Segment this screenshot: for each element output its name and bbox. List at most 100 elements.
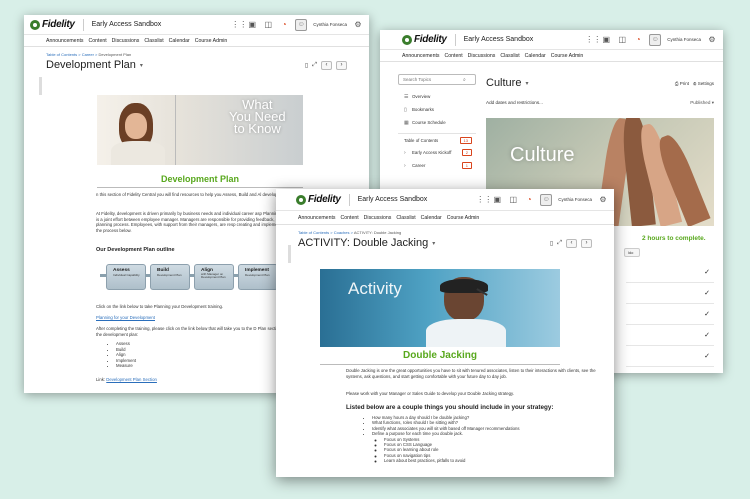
section-heading: Double Jacking (403, 350, 477, 361)
breadcrumb-toc[interactable]: Table of Contents (46, 52, 77, 57)
sidebar-item-bookmarks[interactable]: ▯ Bookmarks (398, 103, 476, 116)
course-title[interactable]: Early Access Sandbox (464, 36, 534, 43)
training-instruction: Click on the link below to take Planning… (96, 304, 224, 309)
bookmark-icon[interactable]: ▯ (305, 62, 308, 69)
sidebar-item-career[interactable]: › Career 1 (398, 159, 476, 172)
nav-item-calendar[interactable]: Calendar (421, 215, 442, 221)
sidebar-item-toc[interactable]: Table of Contents 13 (398, 133, 476, 146)
print-button[interactable]: Print (680, 81, 689, 86)
avatar[interactable]: ☺ (540, 193, 553, 206)
banner-text: Activity (348, 279, 402, 298)
chat-icon[interactable]: ▣ (601, 35, 611, 44)
process-list: Assess Build Align Implement Measure (104, 341, 136, 369)
nav-item-announcements[interactable]: Announcements (298, 215, 336, 221)
table-row[interactable]: ✓ (626, 304, 714, 325)
breadcrumb-coaches[interactable]: Coaches (334, 230, 350, 235)
user-name[interactable]: Cynthia Fonseca (558, 197, 592, 202)
breadcrumb-career[interactable]: Career (82, 52, 94, 57)
prev-button[interactable]: ‹ (566, 238, 577, 248)
top-bar: Fidelity Early Access Sandbox ⋮⋮ ▣ ◫ ◔ ☺… (276, 189, 614, 211)
nav-item-course-admin[interactable]: Course Admin (447, 215, 480, 221)
list-item: Measure (116, 363, 136, 369)
notification-icon[interactable]: ◔ (524, 195, 534, 204)
next-button[interactable]: › (336, 60, 347, 70)
fidelity-logo[interactable]: Fidelity (30, 19, 75, 30)
grid-icon[interactable]: ⋮⋮ (476, 195, 492, 204)
nav-item-course-admin[interactable]: Course Admin (195, 38, 228, 44)
nav-item-discussions[interactable]: Discussions (364, 215, 392, 221)
gear-icon[interactable]: ⚙ (693, 81, 697, 86)
sidebar-item-kickoff[interactable]: › Early Access Kickoff 2 (398, 146, 476, 159)
chevron-down-icon[interactable]: ▾ (140, 62, 143, 69)
nav-item-content[interactable]: Content (445, 53, 463, 59)
course-title[interactable]: Early Access Sandbox (358, 196, 428, 203)
nav-item-discussions[interactable]: Discussions (112, 38, 140, 44)
prev-button[interactable]: ‹ (321, 60, 332, 70)
notification-icon[interactable]: ◔ (279, 20, 289, 29)
fidelity-logo[interactable]: Fidelity (402, 34, 447, 45)
search-input[interactable] (403, 77, 463, 82)
message-icon[interactable]: ◫ (617, 35, 627, 44)
table-row[interactable]: ✓ (626, 283, 714, 304)
fullscreen-icon[interactable]: ⤢ (557, 240, 562, 247)
checklist: ✓ ✓ ✓ ✓ ✓ (626, 262, 714, 367)
user-name[interactable]: Cynthia Fonseca (313, 22, 347, 27)
collapse-handle[interactable] (288, 245, 291, 263)
table-row[interactable]: ✓ (626, 346, 714, 367)
message-icon[interactable]: ◫ (263, 20, 273, 29)
avatar[interactable]: ☺ (295, 18, 308, 31)
nav-item-content[interactable]: Content (341, 215, 359, 221)
collapse-handle[interactable] (39, 77, 42, 95)
grid-icon[interactable]: ⋮⋮ (585, 35, 601, 44)
nav-item-calendar[interactable]: Calendar (525, 53, 546, 59)
search-icon[interactable]: ⌕ (463, 77, 466, 83)
next-button[interactable]: › (581, 238, 592, 248)
chevron-down-icon[interactable]: ▾ (525, 80, 528, 87)
course-title[interactable]: Early Access Sandbox (92, 21, 162, 28)
page-title: Development Plan (46, 59, 136, 71)
grid-icon[interactable]: ⋮⋮ (231, 20, 247, 29)
fidelity-logo[interactable]: Fidelity (296, 194, 341, 205)
nav-item-announcements[interactable]: Announcements (46, 38, 84, 44)
search-input-box[interactable]: ⌕ (398, 74, 476, 85)
nav-item-content[interactable]: Content (89, 38, 107, 44)
sidebar-item-overview[interactable]: ☰ Overview (398, 90, 476, 103)
table-row[interactable]: ✓ (626, 325, 714, 346)
top-bar: Fidelity Early Access Sandbox ⋮⋮ ▣ ◫ ◔ ☺… (380, 30, 723, 50)
table-row[interactable]: ✓ (626, 262, 714, 283)
nav-item-calendar[interactable]: Calendar (169, 38, 190, 44)
action-button[interactable]: ldo (624, 248, 640, 257)
nav-item-course-admin[interactable]: Course Admin (551, 53, 584, 59)
check-icon: ✓ (704, 353, 710, 360)
notification-icon[interactable]: ◔ (633, 35, 643, 44)
nav-item-classlist[interactable]: Classlist (144, 38, 163, 44)
nav-item-announcements[interactable]: Announcements (402, 53, 440, 59)
message-icon[interactable]: ◫ (508, 195, 518, 204)
user-name[interactable]: Cynthia Fonseca (667, 37, 701, 42)
page-title: ACTIVITY: Double Jacking (298, 237, 429, 249)
gear-icon[interactable]: ⚙ (598, 195, 608, 204)
fullscreen-icon[interactable]: ⤢ (312, 62, 317, 69)
banner-image: What You Need to Know (97, 95, 303, 165)
development-plan-link[interactable]: Development Plan Section (106, 377, 157, 382)
nav-item-classlist[interactable]: Classlist (500, 53, 519, 59)
breadcrumb-current: Development Plan (98, 52, 132, 57)
chevron-down-icon[interactable]: ▾ (432, 240, 435, 247)
nav-item-classlist[interactable]: Classlist (396, 215, 415, 221)
planning-link[interactable]: Planning for your Development (96, 315, 155, 321)
add-dates-link[interactable]: Add dates and restrictions... (486, 100, 543, 106)
step-assess: Assess Individual Capability (106, 264, 146, 290)
print-icon[interactable]: ⎙ (675, 81, 679, 86)
check-icon: ✓ (704, 311, 710, 318)
avatar[interactable]: ☺ (649, 33, 662, 46)
gear-icon[interactable]: ⚙ (707, 35, 717, 44)
bookmark-icon[interactable]: ▯ (550, 240, 553, 247)
chat-icon[interactable]: ▣ (247, 20, 257, 29)
nav-item-discussions[interactable]: Discussions (468, 53, 496, 59)
sidebar-item-course-schedule[interactable]: ▦ Course Schedule (398, 116, 476, 129)
gear-icon[interactable]: ⚙ (353, 20, 363, 29)
chat-icon[interactable]: ▣ (492, 195, 502, 204)
published-dropdown[interactable]: Published ▾ (690, 100, 714, 106)
breadcrumb-toc[interactable]: Table of Contents (298, 230, 329, 235)
settings-button[interactable]: Settings (698, 81, 714, 86)
